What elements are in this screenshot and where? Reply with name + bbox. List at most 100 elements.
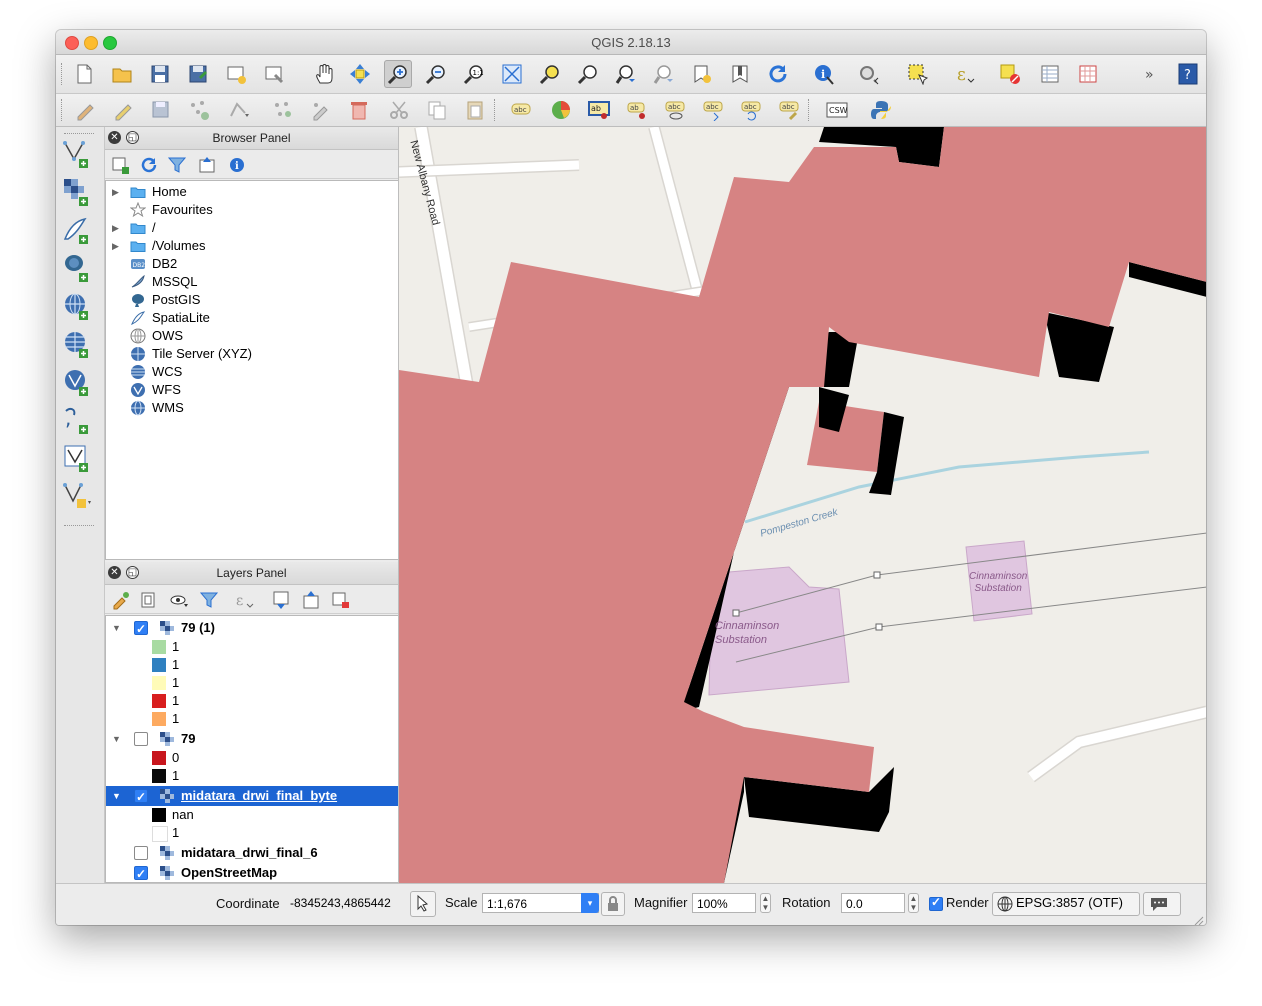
toolbar-grip[interactable] [494,99,499,121]
browser-item[interactable]: Tile Server (XYZ) [106,345,398,363]
browser-item[interactable]: ▶ Home [106,183,398,201]
collapse-arrow-icon[interactable]: ▼ [112,623,122,633]
move-feature-icon[interactable] [226,97,252,123]
toolbar-grip[interactable] [64,525,94,527]
browser-item[interactable]: SpatiaLite [106,309,398,327]
new-shapefile-icon[interactable] [62,481,92,511]
layer-row[interactable]: ▼ midatara_drwi_final_byte [106,786,398,807]
visibility-icon[interactable] [169,590,189,610]
open-project-icon[interactable] [108,60,136,88]
expand-arrow-icon[interactable]: ▶ [112,187,122,197]
pan-icon[interactable] [310,60,338,88]
collapse-all-icon[interactable] [301,590,321,610]
new-bookmark-icon[interactable] [688,60,716,88]
rotate-label-icon[interactable]: abc [738,97,764,123]
highlight-pinned-labels-icon[interactable]: ab [586,97,612,123]
digitize-icon[interactable] [308,97,334,123]
show-bookmarks-icon[interactable] [726,60,754,88]
delete-selected-icon[interactable] [346,97,372,123]
pan-to-selection-icon[interactable] [346,60,374,88]
zoom-native-icon[interactable]: 1:1 [460,60,488,88]
render-checkbox[interactable] [929,895,943,911]
add-postgis-layer-icon[interactable] [62,253,92,283]
identify-icon[interactable]: i [810,60,838,88]
zoom-to-selection-icon[interactable] [536,60,564,88]
layer-row[interactable]: midatara_drwi_final_6 [106,843,398,863]
styling-icon[interactable] [111,590,131,610]
browser-item[interactable]: OWS [106,327,398,345]
layer-visibility-checkbox[interactable] [134,619,148,639]
add-selected-layer-icon[interactable] [111,155,131,175]
statistics-icon[interactable] [1074,60,1102,88]
expand-arrow-icon[interactable]: ▶ [112,223,122,233]
save-as-icon[interactable] [184,60,212,88]
layer-row[interactable]: ▼ 79 [106,729,398,749]
save-project-icon[interactable] [146,60,174,88]
csw-icon[interactable]: CSW [824,97,850,123]
help-icon[interactable]: ? [1174,60,1202,88]
browser-item[interactable]: ▶ / [106,219,398,237]
toolbar-grip[interactable] [808,99,813,121]
overflow-chevron-icon[interactable]: » [1138,60,1166,88]
browser-item[interactable]: DB2 DB2 [106,255,398,273]
browser-item[interactable]: WCS [106,363,398,381]
add-feature-icon[interactable] [186,97,212,123]
layer-diagram-icon[interactable] [548,97,574,123]
zoom-full-icon[interactable] [498,60,526,88]
toolbar-grip[interactable] [61,99,66,121]
add-raster-layer-icon[interactable] [62,177,92,207]
browser-item[interactable]: PostGIS [106,291,398,309]
attribute-table-icon[interactable] [1036,60,1064,88]
save-edits-icon[interactable] [148,97,174,123]
zoom-last-icon[interactable] [612,60,640,88]
add-virtual-layer-icon[interactable] [62,443,92,473]
refresh-icon[interactable] [764,60,792,88]
new-project-icon[interactable] [70,60,98,88]
add-group-icon[interactable] [139,590,159,610]
expand-all-icon[interactable] [271,590,291,610]
coordinate-field[interactable]: -8345243,4865442 [286,893,406,913]
add-spatialite-layer-icon[interactable] [62,215,92,245]
magnifier-stepper[interactable]: ▲ ▼ [760,893,771,913]
layer-visibility-checkbox[interactable] [134,787,148,807]
magnifier-field[interactable]: 100% [692,893,756,913]
change-label-icon[interactable]: abc [776,97,802,123]
toggle-editing-icon[interactable] [110,97,136,123]
current-edits-icon[interactable] [72,97,98,123]
resize-grip[interactable] [1194,914,1204,925]
pin-labels-icon[interactable]: ab [624,97,650,123]
layer-visibility-checkbox[interactable] [134,864,148,882]
add-wfs-layer-icon[interactable] [62,367,92,397]
paste-features-icon[interactable] [462,97,488,123]
zoom-in-icon[interactable] [384,60,412,88]
filter-expression-icon[interactable]: ε [235,590,255,610]
run-action-icon[interactable] [854,60,882,88]
scale-dropdown-icon[interactable]: ▾ [581,893,599,913]
move-label-icon[interactable]: abc [700,97,726,123]
label-toolbar-icon[interactable]: abc [508,97,534,123]
properties-info-icon[interactable]: i [227,155,247,175]
rotation-field[interactable]: 0.0 [841,893,905,913]
browser-item[interactable]: WFS [106,381,398,399]
collapse-arrow-icon[interactable]: ▼ [112,734,122,744]
lock-scale-button[interactable] [601,892,625,916]
node-tool-icon[interactable] [270,97,296,123]
expand-arrow-icon[interactable]: ▶ [112,241,122,251]
collapse-arrow-icon[interactable]: ▼ [112,791,122,801]
crs-button[interactable]: EPSG:3857 (OTF) [992,892,1140,916]
add-wcs-layer-icon[interactable] [62,329,92,359]
toolbar-grip[interactable] [61,63,66,85]
remove-layer-icon[interactable] [331,590,351,610]
layer-visibility-checkbox[interactable] [134,846,148,860]
refresh-browser-icon[interactable] [139,155,159,175]
collapse-all-icon[interactable] [197,155,217,175]
messages-button[interactable] [1143,892,1181,916]
browser-item[interactable]: Favourites [106,201,398,219]
zoom-next-icon[interactable] [650,60,678,88]
filter-legend-icon[interactable] [199,590,219,610]
zoom-to-layer-icon[interactable] [574,60,602,88]
copy-features-icon[interactable] [424,97,450,123]
add-vector-layer-icon[interactable] [62,139,92,169]
browser-item[interactable]: MSSQL [106,273,398,291]
layer-visibility-checkbox[interactable] [134,732,148,746]
